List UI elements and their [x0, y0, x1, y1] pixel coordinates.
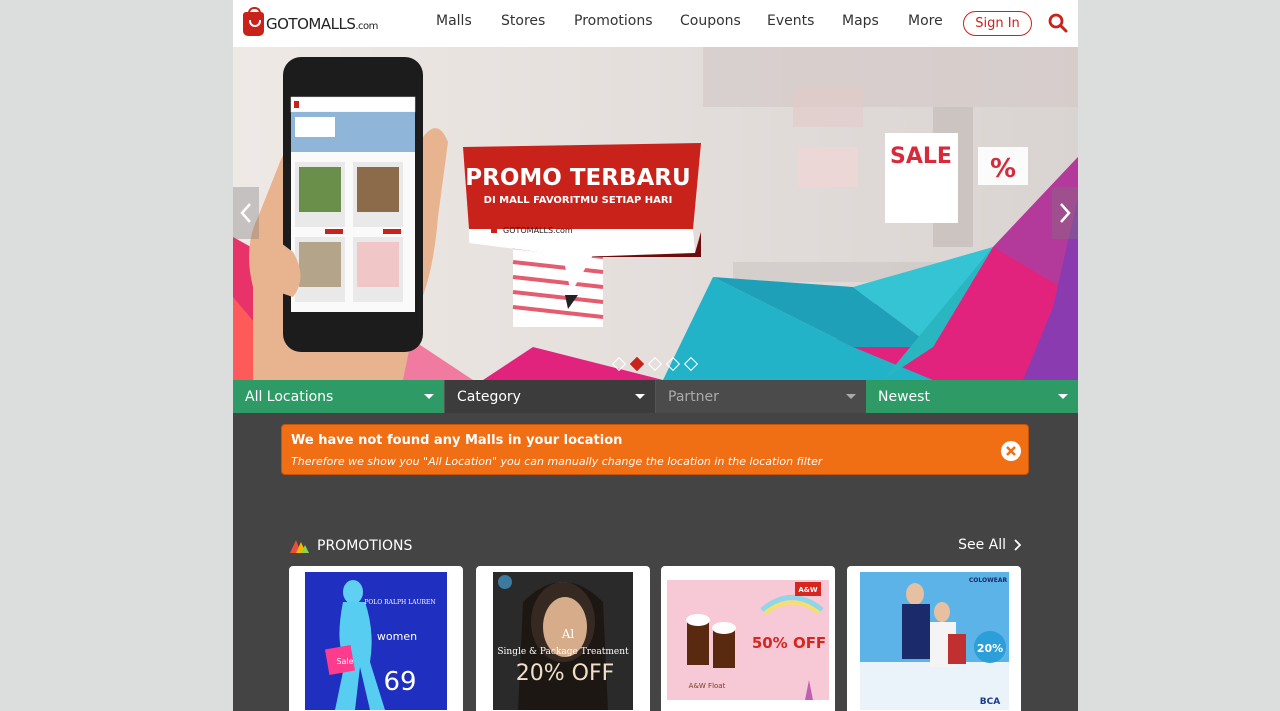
category-filter[interactable]: Category [444, 380, 655, 413]
sign-in-button[interactable]: Sign In [963, 11, 1032, 36]
svg-text:women: women [377, 630, 417, 643]
see-all-promotions-link[interactable]: See All [958, 537, 1021, 553]
promotions-title: PROMOTIONS [317, 538, 413, 554]
location-alert: We have not found any Malls in your loca… [281, 424, 1029, 475]
caret-down-icon [635, 394, 645, 399]
promotion-card[interactable]: Sale POLO RALPH LAUREN women 69 [289, 566, 463, 711]
promotion-tag-icon [290, 540, 309, 553]
svg-text:BCA: BCA [980, 697, 1000, 707]
svg-text:50% OFF: 50% OFF [752, 634, 826, 652]
prev-slide-button[interactable] [233, 187, 259, 239]
page-container: GOTOMALLS.com Malls Stores Promotions Co… [233, 0, 1078, 711]
partner-filter-label: Partner [668, 388, 719, 405]
svg-text:%: % [990, 154, 1016, 184]
nav-stores[interactable]: Stores [501, 13, 545, 29]
svg-text:A&W: A&W [798, 586, 818, 594]
sale-sign-2: % [978, 147, 1028, 185]
partner-filter[interactable]: Partner [655, 380, 866, 413]
close-icon [1006, 446, 1016, 456]
caret-down-icon [846, 394, 856, 399]
promotion-image: A&W 50% OFF A&W Float [667, 580, 829, 700]
svg-text:20% OFF: 20% OFF [516, 661, 615, 686]
promotion-card[interactable]: COLOWEAR 20% BCA [847, 566, 1021, 711]
next-slide-button[interactable] [1052, 187, 1078, 239]
svg-text:DI MALL FAVORITMU SETIAP HARI: DI MALL FAVORITMU SETIAP HARI [484, 195, 673, 206]
promotions-header: PROMOTIONS [288, 536, 412, 556]
svg-text:A&W Float: A&W Float [689, 682, 726, 690]
see-all-label: See All [958, 537, 1006, 553]
nav-coupons[interactable]: Coupons [680, 13, 741, 29]
nav-malls[interactable]: Malls [436, 13, 472, 29]
promotion-card[interactable]: A&W 50% OFF A&W Float [661, 566, 835, 711]
caret-down-icon [424, 394, 434, 399]
promotion-image: COLOWEAR 20% BCA [860, 572, 1009, 710]
banner-image: SALE % PROMO TERBARU DI MALL FAVORITMU S… [233, 47, 1078, 380]
main-nav: Malls Stores Promotions Coupons Events M… [233, 0, 1078, 47]
category-filter-label: Category [457, 388, 521, 405]
location-filter[interactable]: All Locations [233, 380, 444, 413]
promotion-card[interactable]: Al Single & Package Treatment 20% OFF [476, 566, 650, 711]
svg-text:POLO RALPH LAUREN: POLO RALPH LAUREN [364, 599, 435, 606]
nav-maps[interactable]: Maps [842, 13, 879, 29]
caret-down-icon [1058, 394, 1068, 399]
top-header: GOTOMALLS.com Malls Stores Promotions Co… [233, 0, 1078, 47]
svg-text:20%: 20% [977, 642, 1003, 655]
svg-text:69: 69 [383, 667, 416, 697]
svg-text:Sale: Sale [336, 657, 353, 666]
carousel-dot[interactable] [683, 356, 699, 372]
close-alert-button[interactable] [1001, 441, 1021, 461]
svg-text:COLOWEAR: COLOWEAR [969, 577, 1008, 584]
svg-text:SALE: SALE [890, 144, 952, 169]
svg-text:GOTOMALLS.com: GOTOMALLS.com [503, 226, 573, 235]
carousel-dot[interactable] [647, 356, 663, 372]
sale-sign: SALE [885, 133, 958, 223]
search-icon[interactable] [1048, 13, 1068, 33]
filter-bar: All Locations Category Partner Newest [233, 380, 1078, 413]
carousel-dot[interactable] [611, 356, 627, 372]
sort-filter[interactable]: Newest [866, 380, 1078, 413]
nav-events[interactable]: Events [767, 13, 814, 29]
chevron-right-icon [1014, 539, 1021, 551]
carousel-dot-active[interactable] [629, 356, 645, 372]
hero-carousel[interactable]: SALE % PROMO TERBARU DI MALL FAVORITMU S… [233, 47, 1078, 380]
promotion-image: Sale POLO RALPH LAUREN women 69 [305, 572, 447, 710]
promotion-image: Al Single & Package Treatment 20% OFF [493, 572, 633, 710]
svg-text:Al: Al [561, 627, 575, 641]
location-filter-label: All Locations [245, 388, 334, 405]
carousel-indicators [611, 356, 699, 372]
chevron-left-icon [240, 203, 251, 223]
chevron-right-icon [1060, 203, 1071, 223]
alert-message: Therefore we show you "All Location" you… [291, 455, 823, 468]
sort-filter-label: Newest [878, 388, 930, 405]
svg-text:Single & Package Treatment: Single & Package Treatment [497, 647, 629, 657]
alert-title: We have not found any Malls in your loca… [291, 433, 623, 448]
svg-text:PROMO TERBARU: PROMO TERBARU [465, 165, 690, 191]
carousel-dot[interactable] [665, 356, 681, 372]
nav-more[interactable]: More [908, 13, 943, 29]
nav-promotions[interactable]: Promotions [574, 13, 653, 29]
